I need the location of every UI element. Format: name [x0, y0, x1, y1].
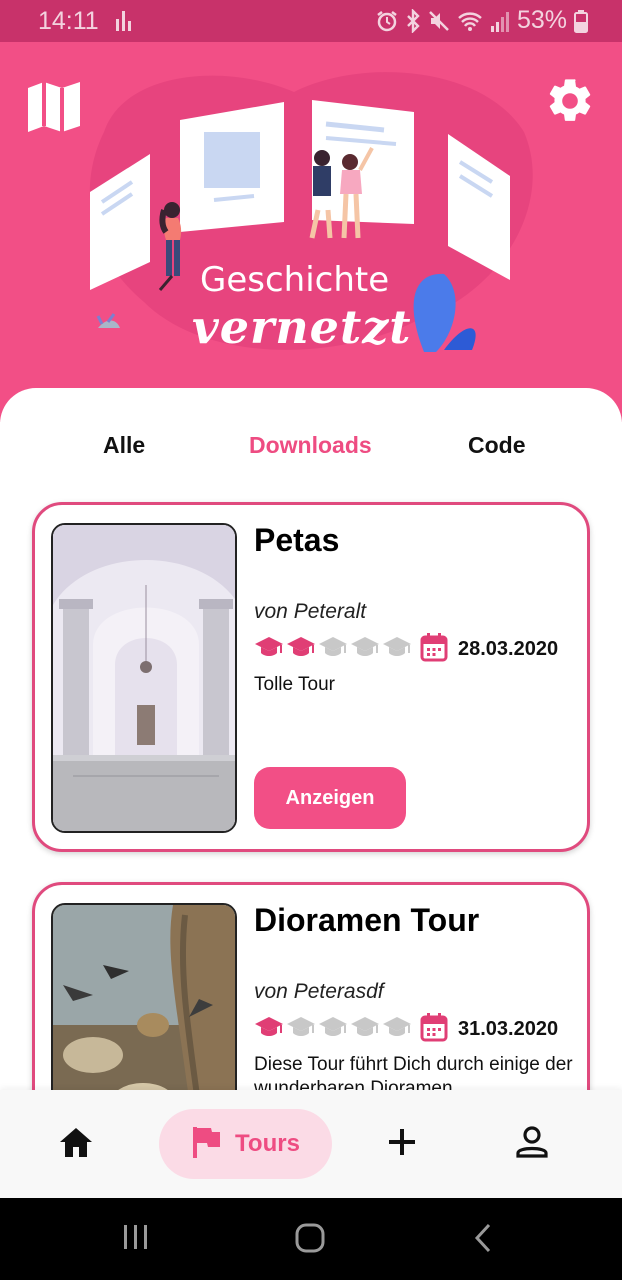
difficulty-cap-icon [286, 634, 316, 665]
bluetooth-icon [405, 8, 421, 33]
app-header: Geschichte vernetzt [0, 42, 622, 422]
show-tour-button[interactable]: Anzeigen [254, 767, 406, 829]
tour-description: Tolle Tour [254, 674, 335, 695]
add-icon [387, 1127, 417, 1162]
difficulty-cap-icon [350, 634, 380, 665]
tab-downloads[interactable]: Downloads [249, 432, 372, 459]
difficulty-cap-icon [382, 1014, 412, 1045]
tab-code[interactable]: Code [468, 432, 526, 459]
difficulty-cap-icon [286, 1014, 316, 1045]
difficulty-cap-icon [318, 634, 348, 665]
difficulty-cap-icon [254, 1014, 284, 1045]
difficulty-cap-icon [382, 634, 412, 665]
calendar-icon [420, 1012, 448, 1047]
tour-card[interactable]: Petas von Peteralt 28.03.2020 Tolle Tour… [32, 502, 590, 852]
recent-apps-icon[interactable] [122, 1222, 150, 1257]
tour-meta: 31.03.2020 [254, 1012, 559, 1047]
gear-icon[interactable] [544, 75, 596, 132]
hero-title-line-2: vernetzt [192, 300, 412, 354]
status-bar: 14:11 53% [0, 0, 622, 42]
calendar-icon [420, 632, 448, 667]
home-button-icon[interactable] [294, 1222, 326, 1259]
hero-title-line-1: Geschichte [200, 260, 390, 300]
home-icon [58, 1126, 94, 1163]
nav-home[interactable] [40, 1090, 112, 1198]
tour-meta: 28.03.2020 [254, 632, 559, 667]
tour-card[interactable]: Dioramen Tour von Peterasdf 31.03.2020 D… [32, 882, 590, 1098]
tour-image [51, 903, 237, 1098]
tour-image [51, 523, 237, 833]
status-time: 14:11 [38, 7, 99, 35]
signal-icon [114, 9, 134, 36]
status-icons: 53% [376, 6, 588, 35]
difficulty-cap-icon [254, 634, 284, 665]
tour-title: Petas [254, 522, 340, 558]
nav-tours[interactable]: Tours [159, 1090, 332, 1198]
battery-icon [574, 9, 588, 33]
tour-date: 28.03.2020 [458, 637, 559, 660]
tab-alle[interactable]: Alle [103, 432, 145, 459]
tour-title: Dioramen Tour [254, 902, 480, 938]
tab-bar: Alle Downloads Code [0, 388, 622, 498]
tour-author: von Peteralt [254, 600, 367, 623]
nav-add[interactable] [366, 1090, 438, 1198]
map-icon[interactable] [26, 80, 82, 139]
difficulty-cap-icon [318, 1014, 348, 1045]
system-navigation [0, 1198, 622, 1280]
wifi-icon [457, 10, 483, 32]
battery-text: 53% [516, 6, 567, 34]
profile-icon [515, 1125, 549, 1163]
nav-profile[interactable] [496, 1090, 568, 1198]
content-sheet: Alle Downloads Code Petas von Peteralt 2… [0, 388, 622, 1098]
tour-author: von Peterasdf [254, 980, 384, 1003]
bottom-navigation: Tours [0, 1090, 622, 1198]
alarm-icon [376, 10, 398, 32]
mute-icon [428, 10, 450, 32]
difficulty-cap-icon [350, 1014, 380, 1045]
flag-icon [191, 1125, 221, 1164]
back-icon[interactable] [472, 1222, 494, 1259]
nav-tours-label: Tours [235, 1130, 300, 1157]
tour-date: 31.03.2020 [458, 1017, 559, 1040]
cell-signal-icon [490, 10, 510, 32]
